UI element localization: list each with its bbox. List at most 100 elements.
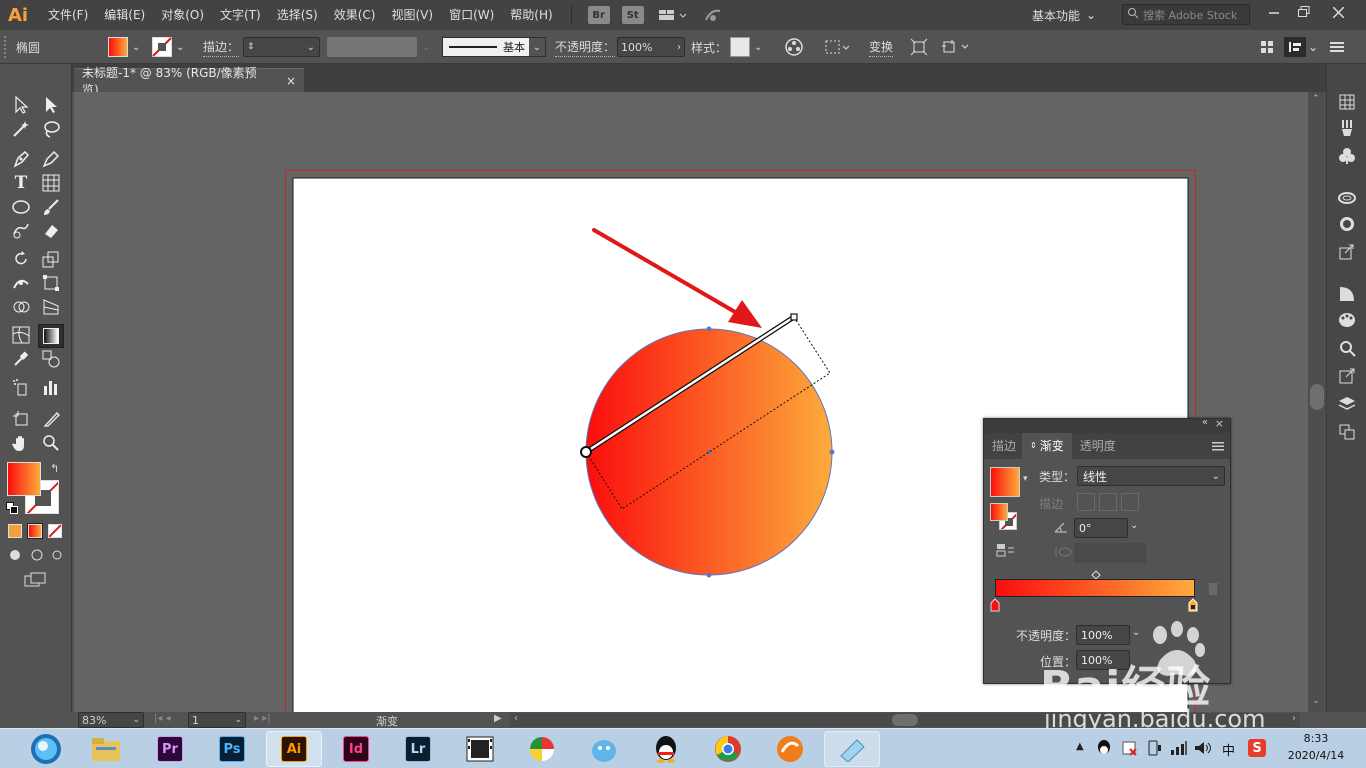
arrange-grid-icon[interactable] <box>1260 37 1274 57</box>
premiere-button[interactable]: Pr <box>142 731 198 767</box>
gradient-stop-end[interactable] <box>1188 598 1198 615</box>
gradient-slider[interactable] <box>995 579 1195 597</box>
network-tray-icon[interactable] <box>1170 740 1188 759</box>
chevron-down-icon[interactable]: ⌄ <box>1130 520 1138 531</box>
gradient-origin-handle[interactable] <box>580 446 592 458</box>
hand-tool-icon[interactable] <box>10 432 32 454</box>
stop-opacity-field[interactable]: 100% <box>1076 625 1130 645</box>
qq-tray-icon[interactable] <box>1096 739 1112 760</box>
video-player-button[interactable] <box>452 731 508 767</box>
none-mode-icon[interactable] <box>48 524 62 538</box>
clock-date[interactable]: 2020/4/14 <box>1280 749 1352 762</box>
direct-selection-tool-icon[interactable] <box>40 94 62 116</box>
panel-grip[interactable] <box>4 36 7 58</box>
slice-tool-icon[interactable] <box>40 408 62 430</box>
screen-mode-icon[interactable] <box>24 572 48 591</box>
horizontal-scrollbar[interactable]: ‹ › <box>510 713 1300 727</box>
eyedropper-tool-icon[interactable] <box>10 348 32 370</box>
menu-item-0[interactable]: 文件(F) <box>40 0 96 30</box>
restore-button[interactable] <box>1286 0 1322 24</box>
app-bird-button[interactable] <box>576 731 632 767</box>
menu-item-2[interactable]: 对象(O) <box>153 0 212 30</box>
menu-item-6[interactable]: 视图(V) <box>383 0 441 30</box>
close-panel-icon[interactable]: × <box>1215 417 1224 430</box>
free-transform-tool-icon[interactable] <box>40 272 62 294</box>
pen-tool-icon[interactable] <box>10 148 32 170</box>
stock-search-input[interactable]: 搜索 Adobe Stock <box>1122 4 1250 25</box>
vertical-scrollbar[interactable]: ⌃ ⌄ <box>1308 92 1326 712</box>
file-explorer-button[interactable] <box>78 731 134 767</box>
tab-transparency[interactable]: 透明度 <box>1072 433 1124 459</box>
type-tool-icon[interactable]: T <box>10 172 32 194</box>
control-panel-toggle-icon[interactable] <box>1284 37 1306 57</box>
eraser-tool-icon[interactable] <box>40 220 62 242</box>
close-window-button[interactable] <box>1320 0 1356 24</box>
tab-stroke[interactable]: 描边 <box>984 433 1022 459</box>
fill-color-box[interactable] <box>7 462 41 496</box>
collapse-panel-icon[interactable]: « <box>1202 417 1208 428</box>
indesign-button[interactable]: Id <box>328 731 384 767</box>
stepper-icon[interactable]: ⇕ <box>247 42 255 52</box>
stroke-label[interactable]: 描边： <box>203 37 240 57</box>
blend-tool-icon[interactable] <box>40 348 62 370</box>
draw-normal-icon[interactable] <box>8 548 64 565</box>
chevron-left-icon[interactable]: ‹ <box>514 713 518 724</box>
illustrator-button[interactable]: Ai <box>266 731 322 767</box>
curvature-tool-icon[interactable] <box>40 148 62 170</box>
stroke-weight-field[interactable]: ⇕ ⌄ <box>243 37 320 57</box>
hscroll-thumb[interactable] <box>892 714 918 726</box>
photoshop-button[interactable]: Ps <box>204 731 260 767</box>
opacity-field[interactable]: 100% › <box>617 37 685 57</box>
stroke-across-icon[interactable] <box>1121 493 1139 511</box>
chevron-up-icon[interactable]: ⌃ <box>1312 94 1320 104</box>
graphic-style-swatch[interactable]: ⌄ <box>730 37 762 57</box>
perspective-grid-tool-icon[interactable] <box>40 296 62 318</box>
stroke-swatch[interactable]: ⌄ <box>152 37 184 57</box>
panel-header[interactable]: « × <box>984 417 1230 433</box>
gradient-stop-start[interactable] <box>990 598 1000 615</box>
menu-item-1[interactable]: 编辑(E) <box>96 0 153 30</box>
stroke-within-icon[interactable] <box>1077 493 1095 511</box>
stroke-along-icon[interactable] <box>1099 493 1117 511</box>
navigator-icon[interactable] <box>1337 338 1357 358</box>
clock-time[interactable]: 8:33 <box>1286 732 1346 745</box>
anchor-point[interactable] <box>706 326 712 332</box>
ime-indicator[interactable]: 中 <box>1222 740 1235 759</box>
close-tab-button[interactable]: × <box>286 74 296 88</box>
isolate-icon[interactable] <box>910 37 928 57</box>
lightroom-button[interactable]: Lr <box>390 731 446 767</box>
variable-width-profile[interactable] <box>327 37 417 57</box>
arrange-documents-icon[interactable] <box>656 6 690 24</box>
opacity-label[interactable]: 不透明度： <box>555 37 616 57</box>
app-umbrella-button[interactable] <box>514 731 570 767</box>
menu-item-4[interactable]: 选择(S) <box>269 0 326 30</box>
align-to-selection-icon[interactable] <box>824 37 850 57</box>
gpu-performance-icon[interactable] <box>702 6 724 24</box>
zoom-dropdown[interactable]: 83% ⌄ <box>78 712 144 728</box>
selection-tool-icon[interactable] <box>10 94 32 116</box>
stock-button[interactable]: St <box>621 6 644 24</box>
transform-link[interactable]: 变换 <box>869 37 894 57</box>
menu-item-7[interactable]: 窗口(W) <box>441 0 502 30</box>
reverse-gradient-icon[interactable] <box>996 543 1016 560</box>
delete-stop-icon[interactable] <box>1207 582 1219 599</box>
security-tray-icon[interactable] <box>1122 740 1138 759</box>
edit-artboards-icon[interactable] <box>940 37 970 57</box>
symbol-sprayer-tool-icon[interactable] <box>10 376 32 398</box>
qq-button[interactable] <box>638 731 694 767</box>
panel-menu-icon[interactable] <box>1330 37 1344 57</box>
app-orange-button[interactable] <box>762 731 818 767</box>
brush-definition-dropdown[interactable]: 基本 ⌄ <box>442 37 546 57</box>
anchor-point[interactable] <box>706 572 712 578</box>
workspace-switcher[interactable]: 基本功能 ⌄ <box>1024 4 1108 26</box>
fill-stroke-mini-swatch[interactable] <box>990 503 1018 531</box>
rotate-tool-icon[interactable] <box>10 248 32 270</box>
document-tab[interactable]: 未标题-1* @ 83% (RGB/像素预览) × <box>74 66 304 97</box>
gradient-panel-icon[interactable] <box>1337 284 1357 304</box>
appearance-panel-icon[interactable] <box>1337 214 1357 234</box>
creative-cloud-libraries-icon[interactable] <box>1337 188 1357 208</box>
recolor-artwork-icon[interactable] <box>784 37 804 57</box>
menu-item-8[interactable]: 帮助(H) <box>502 0 560 30</box>
anchor-point[interactable] <box>829 449 835 455</box>
chrome-button[interactable] <box>700 731 756 767</box>
